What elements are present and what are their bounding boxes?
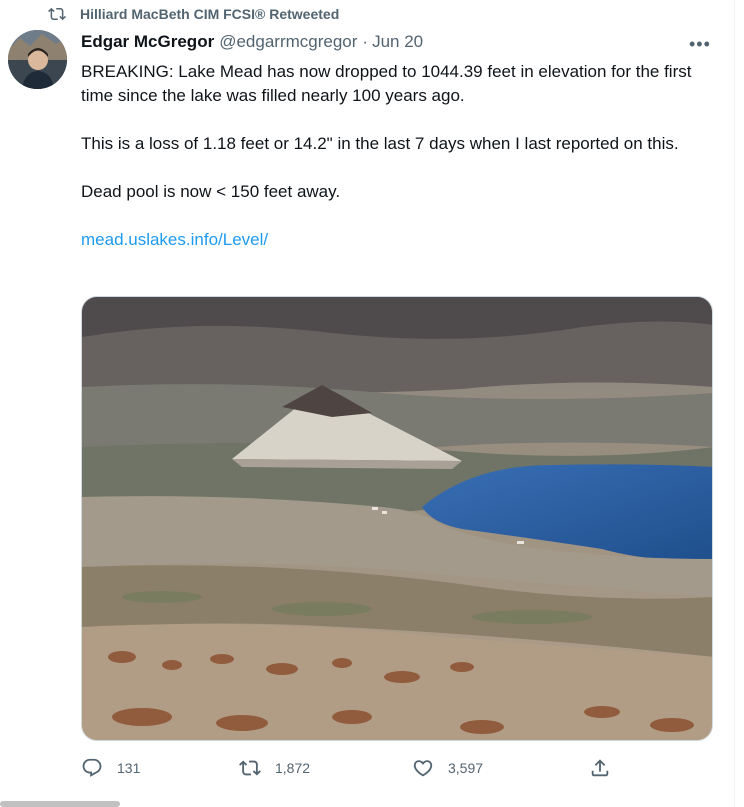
tweet-paragraph: Dead pool is now < 150 feet away. xyxy=(81,182,341,201)
timeline-border xyxy=(734,0,744,807)
retweet-banner[interactable]: Hilliard MacBeth CIM FCSI® Retweeted xyxy=(48,5,339,23)
like-button[interactable]: 3,597 xyxy=(412,757,483,779)
tweet-link[interactable]: mead.uslakes.info/Level/ xyxy=(81,230,268,249)
tweet-paragraph: BREAKING: Lake Mead has now dropped to 1… xyxy=(81,62,692,105)
lake-mead-photo xyxy=(82,297,712,740)
more-icon[interactable]: ••• xyxy=(689,34,711,55)
retweet-button[interactable]: 1,872 xyxy=(239,757,310,779)
author-handle[interactable]: @edgarrmcgregor xyxy=(219,32,357,52)
tweet-text: BREAKING: Lake Mead has now dropped to 1… xyxy=(81,60,711,252)
horizontal-scrollbar[interactable] xyxy=(0,801,120,807)
retweet-icon xyxy=(48,7,66,21)
author-name[interactable]: Edgar McGregor xyxy=(81,32,214,52)
tweet-paragraph: This is a loss of 1.18 feet or 14.2" in … xyxy=(81,134,679,153)
tweet-actions: 131 1,872 3,597 xyxy=(81,757,621,783)
reply-icon xyxy=(82,758,102,777)
retweet-count: 1,872 xyxy=(275,760,311,776)
reply-button[interactable]: 131 xyxy=(81,757,140,779)
separator-dot: · xyxy=(362,32,369,51)
like-count: 3,597 xyxy=(448,760,484,776)
avatar-photo xyxy=(8,30,67,89)
tweet-media-photo[interactable] xyxy=(81,296,713,741)
tweet-date[interactable]: Jun 20 xyxy=(372,32,423,52)
retweet-banner-text: Hilliard MacBeth CIM FCSI® Retweeted xyxy=(80,6,340,22)
heart-icon xyxy=(413,760,433,777)
retweet-icon xyxy=(239,760,261,776)
tweet-header: Edgar McGregor @edgarrmcgregor · Jun 20 xyxy=(81,32,423,52)
reply-count: 131 xyxy=(117,760,141,776)
share-button[interactable] xyxy=(589,757,611,779)
share-icon xyxy=(591,759,609,777)
avatar[interactable] xyxy=(8,30,67,89)
